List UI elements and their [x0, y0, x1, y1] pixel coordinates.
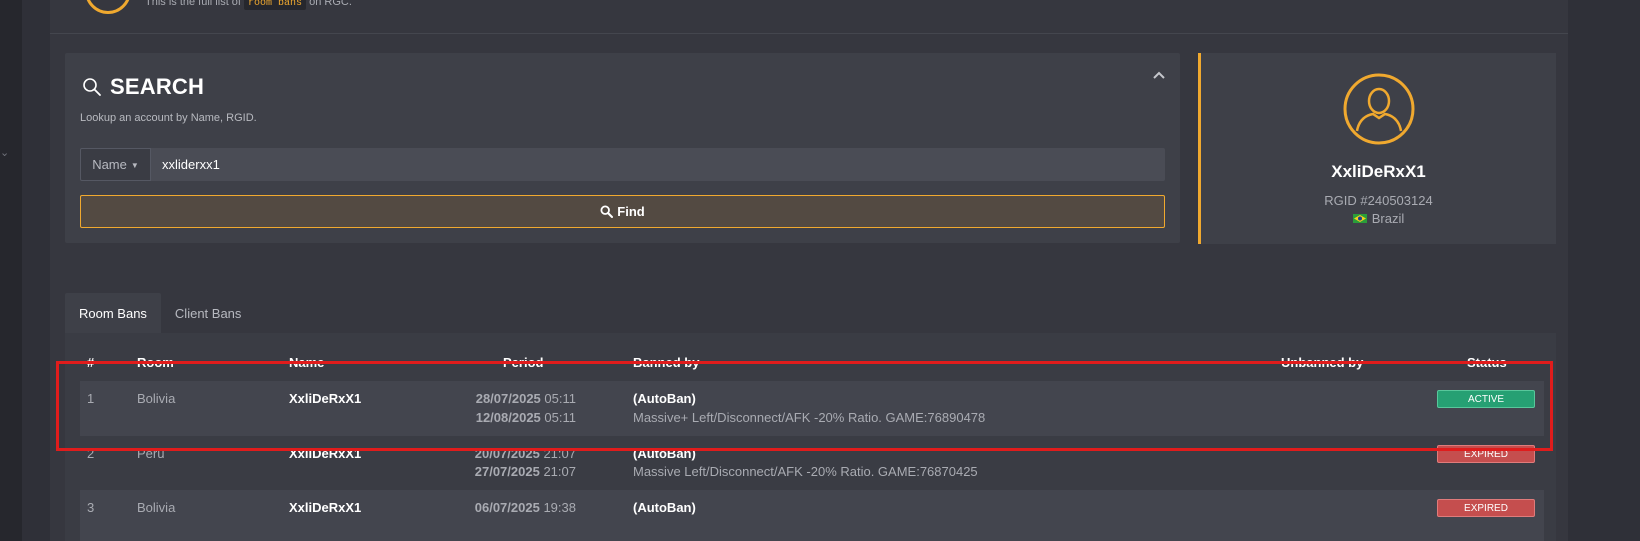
find-button-label: Find: [617, 204, 645, 219]
search-title: SEARCH: [110, 74, 205, 99]
page-subtitle: This is the full list of room bans on RG…: [145, 0, 352, 10]
period-end-date: 27/07/2025: [474, 464, 540, 479]
status-badge: ACTIVE: [1437, 390, 1535, 408]
chevron-up-icon[interactable]: [1152, 68, 1166, 82]
search-icon: [83, 78, 101, 96]
column-header-period: Period: [503, 355, 544, 370]
row-period-end: 12/08/2025 05:11: [436, 410, 576, 425]
user-avatar-icon: [1343, 73, 1415, 145]
table-row[interactable]: [80, 381, 1544, 436]
table-row[interactable]: [80, 490, 1544, 541]
row-banned-by: (AutoBan): [633, 446, 696, 461]
column-header-unbanned-by: Unbanned by: [1281, 355, 1364, 370]
period-start-time: 19:38: [543, 500, 576, 515]
row-period-start: 20/07/2025 21:07: [436, 446, 576, 461]
profile-rgid: RGID #240503124: [1324, 193, 1433, 208]
profile-country: Brazil: [1201, 211, 1556, 226]
tab-room-bans[interactable]: Room Bans: [65, 293, 161, 333]
period-start-time: 21:07: [543, 446, 576, 461]
column-header-number: #: [87, 355, 95, 370]
search-panel: SEARCH Lookup an account by Name, RGID. …: [65, 53, 1180, 243]
brazil-flag-icon: [1352, 214, 1367, 223]
row-period-start: 28/07/2025 05:11: [436, 391, 576, 406]
chevron-down-icon[interactable]: ⌄: [0, 146, 9, 159]
period-start-time: 05:11: [544, 391, 576, 406]
row-ban-reason: Massive+ Left/Disconnect/AFK -20% Ratio.…: [633, 410, 986, 425]
row-banned-by: (AutoBan): [633, 500, 696, 515]
row-room: Bolivia: [137, 500, 176, 515]
row-period-start: 06/07/2025 19:38: [436, 500, 576, 515]
row-ban-reason: Massive Left/Disconnect/AFK -20% Ratio. …: [633, 464, 978, 479]
profile-country-name: Brazil: [1371, 211, 1405, 226]
column-header-room: Room: [137, 355, 174, 370]
period-start-date: 28/07/2025: [475, 391, 541, 406]
row-room: Bolivia: [137, 391, 176, 406]
find-button[interactable]: Find: [80, 195, 1165, 228]
search-description: Lookup an account by Name, RGID.: [80, 112, 257, 124]
column-header-banned-by: Banned by: [633, 355, 700, 370]
period-start-date: 06/07/2025: [474, 500, 540, 515]
row-player-name[interactable]: XxliDeRxX1: [289, 446, 361, 461]
row-player-name[interactable]: XxliDeRxX1: [289, 500, 361, 515]
column-header-status: Status: [1467, 355, 1507, 370]
search-row: Name ▼: [80, 148, 1165, 181]
subtitle-suffix: on RGC.: [309, 0, 352, 8]
row-player-name[interactable]: XxliDeRxX1: [289, 391, 361, 406]
search-icon: [600, 205, 614, 218]
period-start-date: 20/07/2025: [474, 446, 540, 461]
row-period-end: 27/07/2025 21:07: [436, 464, 576, 479]
ban-tabs: Room Bans Client Bans: [65, 293, 255, 333]
search-input[interactable]: [151, 148, 1165, 181]
status-badge: EXPIRED: [1437, 499, 1535, 517]
subtitle-prefix: This is the full list of: [145, 0, 241, 8]
row-number: 2: [87, 446, 95, 461]
row-room: Perú: [137, 446, 165, 461]
search-heading: SEARCH: [82, 74, 204, 100]
status-badge: EXPIRED: [1437, 445, 1535, 463]
period-end-date: 12/08/2025: [475, 410, 541, 425]
profile-name: XxliDeRxX1: [1331, 162, 1426, 181]
left-sidebar-rail: ⌄: [0, 0, 22, 541]
subtitle-code: room bans: [244, 0, 307, 10]
row-number: 1: [87, 391, 95, 406]
tab-client-bans[interactable]: Client Bans: [161, 293, 255, 333]
row-banned-by: (AutoBan): [633, 391, 696, 406]
search-filter-dropdown[interactable]: Name ▼: [80, 148, 151, 181]
profile-card: XxliDeRxX1 RGID #240503124 Brazil: [1198, 53, 1556, 244]
caret-down-icon: ▼: [130, 161, 139, 170]
column-header-name: Name: [289, 355, 325, 370]
search-filter-label: Name: [92, 157, 127, 172]
row-number: 3: [87, 500, 95, 515]
period-end-time: 05:11: [544, 410, 576, 425]
period-end-time: 21:07: [543, 464, 576, 479]
